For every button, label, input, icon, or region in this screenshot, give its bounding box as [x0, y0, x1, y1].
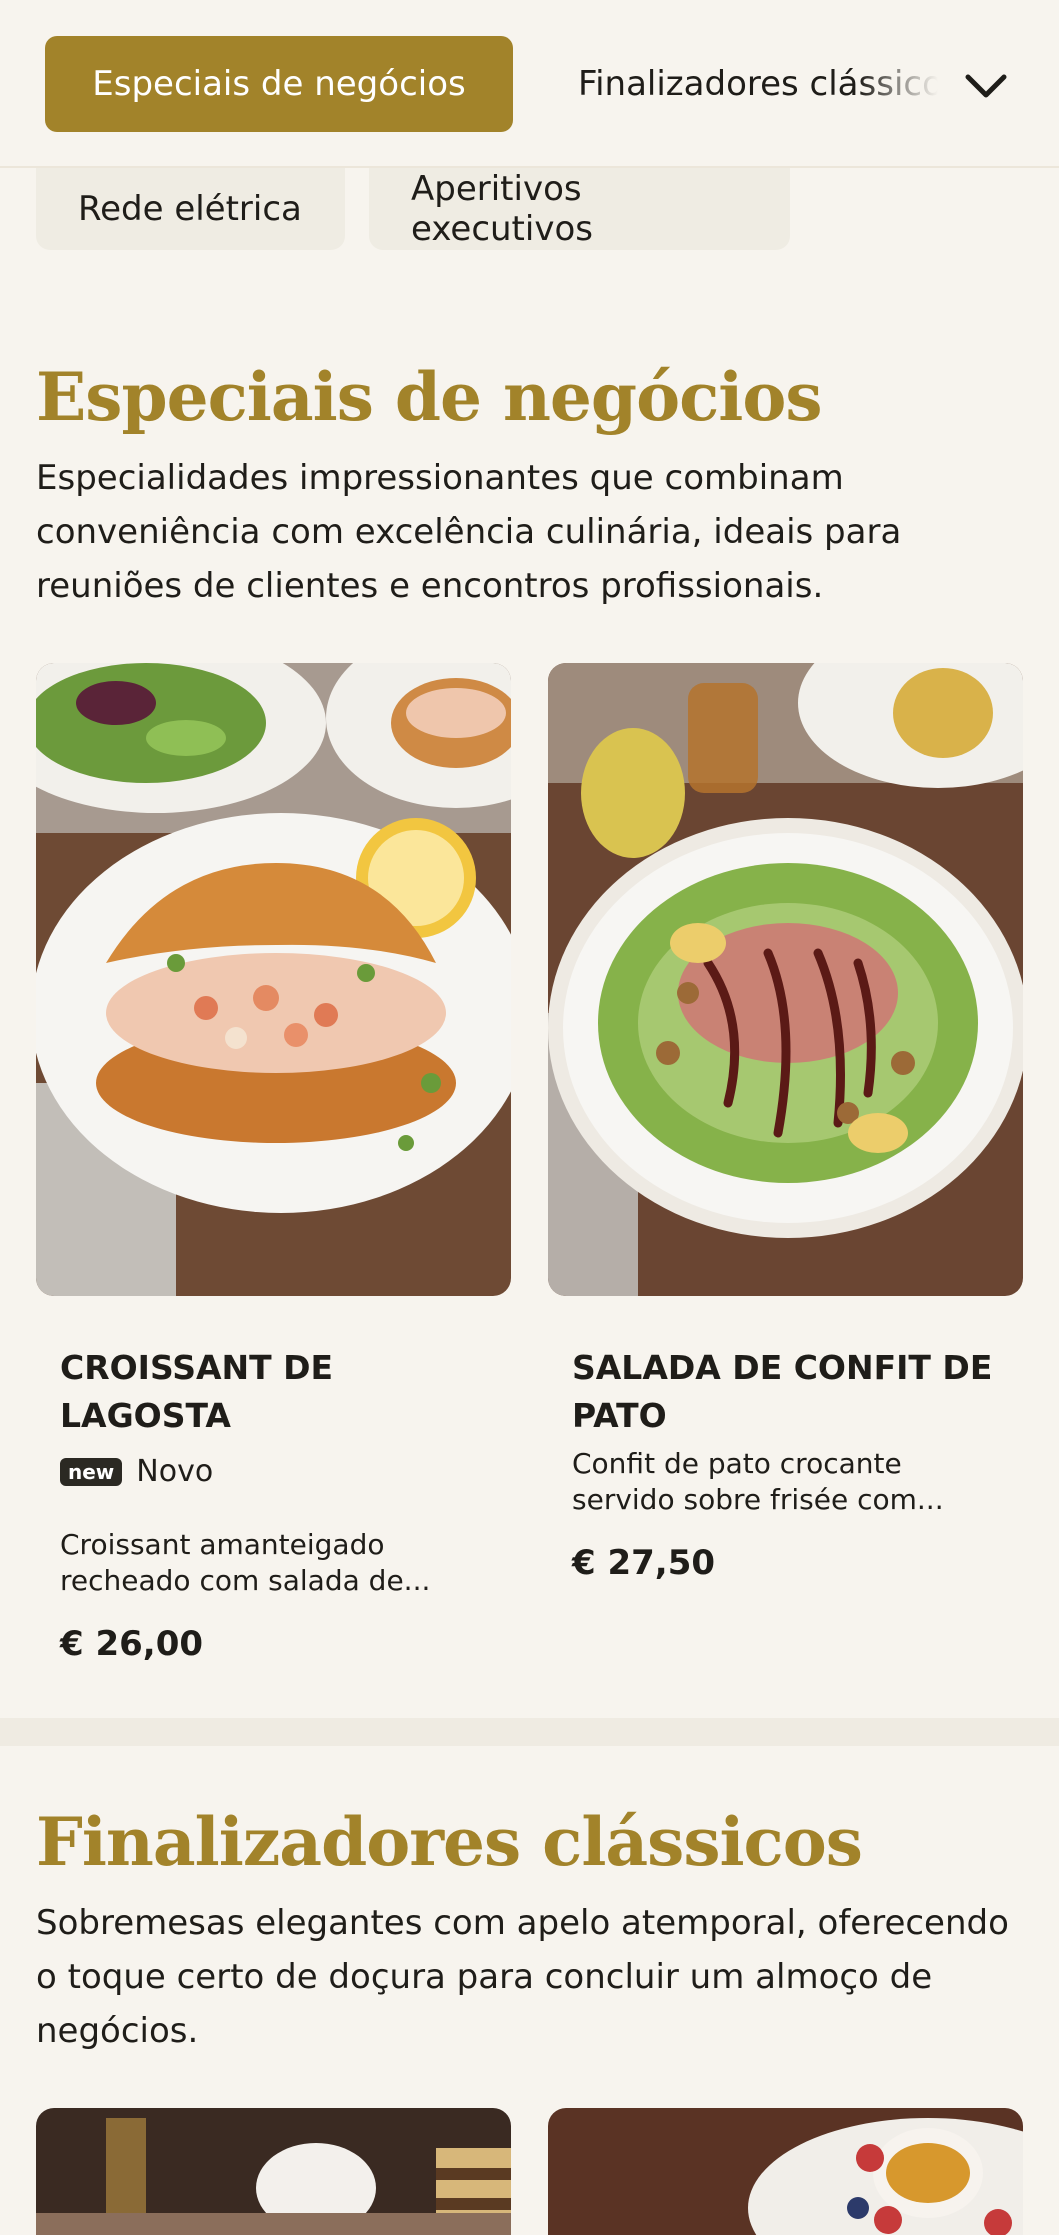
tab-finalizadores-classicos[interactable]: Finalizadores clássicos: [578, 36, 938, 132]
item-price: € 26,00: [60, 1624, 204, 1664]
new-badge: new: [60, 1457, 123, 1486]
duck-confit-salad-image[interactable]: [548, 663, 1023, 1296]
lobster-croissant-image[interactable]: [36, 663, 511, 1296]
chevron-down-icon[interactable]: [962, 62, 1010, 110]
section-description: Especialidades impressionantes que combi…: [36, 458, 902, 606]
section-title: Especiais de negócios: [36, 358, 823, 436]
dessert-cake-image[interactable]: [36, 2108, 511, 2235]
category-nav-bar: Especiais de negócios Finalizadores clás…: [0, 0, 1059, 168]
item-name[interactable]: CROISSANT DE LAGOSTA: [60, 1344, 490, 1440]
tab-especiais-de-negocios[interactable]: Especiais de negócios: [45, 36, 513, 132]
new-badge-row: new Novo: [60, 1454, 213, 1489]
section-title: Finalizadores clássicos: [36, 1803, 863, 1881]
dessert-tart-image[interactable]: [548, 2108, 1023, 2235]
item-name[interactable]: SALADA DE CONFIT DE PATO: [572, 1344, 1002, 1440]
section-description: Sobremesas elegantes com apelo atemporal…: [36, 1903, 1009, 2051]
section-divider: [0, 1718, 1059, 1746]
item-description: Confit de pato crocante servido sobre fr…: [572, 1447, 944, 1516]
new-badge-label: Novo: [136, 1454, 214, 1489]
item-price: € 27,50: [572, 1543, 716, 1583]
item-description: Croissant amanteigado recheado com salad…: [60, 1528, 431, 1597]
